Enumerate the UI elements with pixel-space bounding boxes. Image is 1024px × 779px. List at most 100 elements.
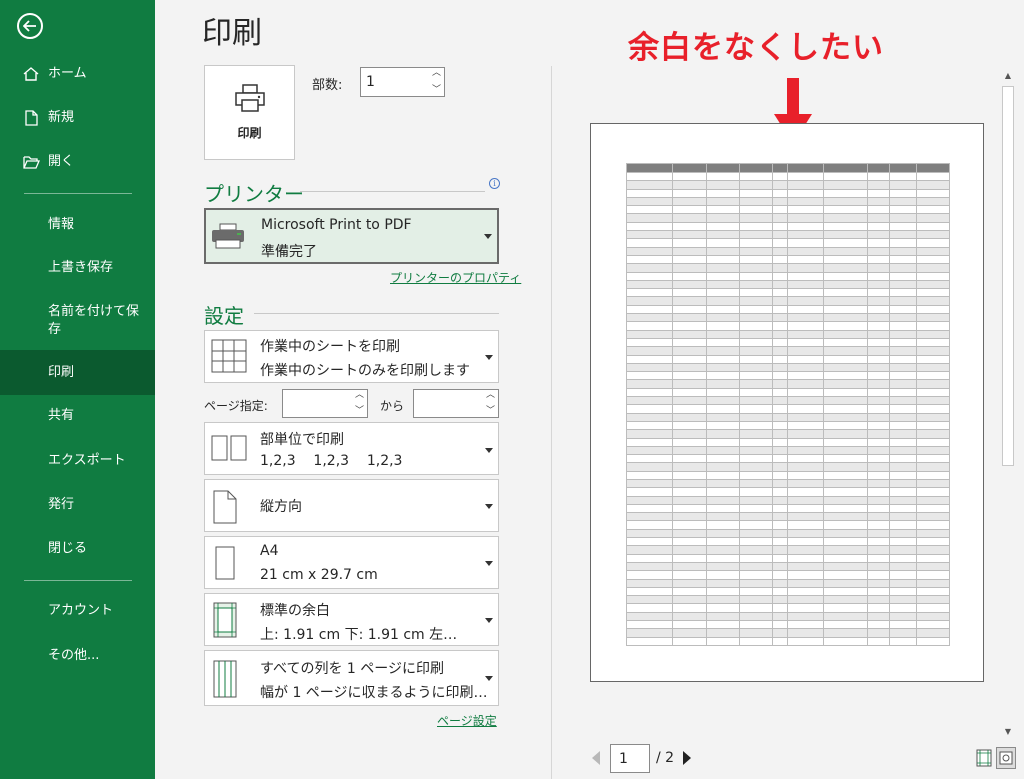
- margins-select[interactable]: 標準の余白 上: 1.91 cm 下: 1.91 cm 左…: [204, 593, 499, 646]
- printer-heading: プリンター: [204, 182, 304, 206]
- sidebar-item-save[interactable]: 上書き保存: [0, 258, 155, 278]
- preview-cell: [625, 288, 674, 298]
- stepper-up-icon[interactable]: ︿: [486, 391, 495, 400]
- zoom-to-page-icon[interactable]: [996, 747, 1016, 769]
- preview-cell: [672, 354, 707, 364]
- paper-size-select[interactable]: A4 21 cm x 29.7 cm: [204, 536, 499, 589]
- preview-cell: [787, 545, 824, 555]
- preview-cell: [771, 371, 789, 381]
- preview-row: [625, 503, 951, 514]
- info-icon[interactable]: i: [489, 178, 500, 189]
- preview-cell: [705, 611, 740, 622]
- preview-cell: [787, 595, 824, 605]
- stepper-down-icon[interactable]: ﹀: [355, 407, 364, 416]
- current-page-input[interactable]: 1: [610, 744, 650, 773]
- preview-cell: [625, 387, 674, 398]
- preview-cell: [625, 246, 674, 256]
- copies-stepper[interactable]: 1 ︿ ﹀: [360, 67, 445, 97]
- preview-cell: [672, 196, 707, 207]
- preview-cell: [867, 578, 891, 588]
- preview-cell: [738, 379, 773, 389]
- sidebar-item-save-as[interactable]: 名前を付けて保 存: [0, 303, 155, 339]
- preview-cell: [867, 553, 891, 563]
- preview-cell: [867, 628, 891, 638]
- preview-row: [625, 205, 951, 215]
- printer-properties-link[interactable]: プリンターのプロパティ: [390, 269, 521, 286]
- preview-cell: [867, 445, 891, 456]
- page-setup-link[interactable]: ページ設定: [437, 712, 497, 729]
- preview-cell: [672, 503, 707, 514]
- preview-cell: [867, 263, 891, 273]
- sidebar-item-share[interactable]: 共有: [0, 406, 155, 426]
- sidebar-item-close[interactable]: 閉じる: [0, 539, 155, 559]
- scrollbar-thumb[interactable]: [1002, 86, 1014, 466]
- preview-cell: [625, 263, 674, 273]
- sidebar-item-info[interactable]: 情報: [0, 215, 155, 235]
- preview-cell: [822, 246, 869, 256]
- preview-cell: [915, 329, 951, 339]
- margins-icon: [213, 602, 237, 638]
- stepper-up-icon[interactable]: ︿: [432, 69, 441, 78]
- preview-cell: [889, 561, 917, 572]
- sidebar-item-home[interactable]: ホーム: [0, 63, 155, 85]
- sidebar-item-open[interactable]: 開く: [0, 151, 155, 173]
- paper-size-icon: [215, 546, 235, 580]
- preview-cell: [705, 221, 740, 232]
- scaling-select[interactable]: すべての列を 1 ページに印刷 幅が 1 ページに収まるように印刷…: [204, 650, 499, 706]
- preview-cell: [787, 429, 824, 439]
- printer-status: 準備完了: [261, 244, 317, 260]
- print-scope-select[interactable]: 作業中のシートを印刷 作業中のシートのみを印刷します: [204, 330, 499, 383]
- preview-cell: [889, 362, 917, 373]
- preview-cell: [787, 503, 824, 514]
- previous-page-icon[interactable]: [592, 751, 600, 765]
- preview-row: [625, 395, 951, 406]
- stepper-arrows[interactable]: ︿ ﹀: [486, 391, 495, 416]
- preview-cell: [915, 620, 951, 630]
- sidebar-item-export[interactable]: エクスポート: [0, 451, 155, 471]
- scaling-icon: [213, 660, 237, 698]
- stepper-down-icon[interactable]: ﹀: [432, 86, 441, 95]
- preview-cell: [771, 487, 789, 497]
- pages-from-input[interactable]: ︿ ﹀: [282, 389, 368, 418]
- stepper-up-icon[interactable]: ︿: [355, 391, 364, 400]
- stepper-down-icon[interactable]: ﹀: [486, 407, 495, 416]
- sidebar-item-publish[interactable]: 発行: [0, 495, 155, 515]
- preview-cell: [705, 337, 740, 348]
- stepper-arrows[interactable]: ︿ ﹀: [355, 391, 364, 416]
- preview-cell: [705, 171, 740, 182]
- preview-row: [625, 221, 951, 232]
- show-margins-icon[interactable]: [974, 747, 994, 769]
- preview-cell: [915, 163, 951, 173]
- preview-cell: [787, 221, 824, 232]
- printer-select[interactable]: Microsoft Print to PDF 準備完了: [204, 208, 499, 264]
- preview-cell: [787, 636, 824, 646]
- print-button[interactable]: 印刷: [204, 65, 295, 160]
- scroll-down-icon[interactable]: ▼: [1001, 724, 1015, 738]
- preview-cell: [915, 213, 951, 223]
- paper-size-main: A4: [260, 543, 279, 559]
- preview-cell: [771, 321, 789, 331]
- preview-cell: [889, 213, 917, 223]
- sidebar-item-new[interactable]: 新規: [0, 107, 155, 129]
- next-page-icon[interactable]: [683, 751, 691, 765]
- preview-cell: [889, 470, 917, 481]
- sidebar-item-account[interactable]: アカウント: [0, 601, 155, 621]
- preview-cell: [705, 296, 740, 306]
- preview-cell: [915, 437, 951, 447]
- orientation-select[interactable]: 縦方向: [204, 479, 499, 532]
- preview-cell: [672, 238, 707, 248]
- stepper-arrows[interactable]: ︿ ﹀: [432, 69, 441, 95]
- preview-cell: [705, 271, 740, 281]
- collate-select[interactable]: 部単位で印刷 1,2,3 1,2,3 1,2,3: [204, 422, 499, 475]
- sidebar-item-label: エクスポート: [48, 453, 126, 468]
- back-arrow-icon[interactable]: [17, 13, 43, 39]
- preview-cell: [787, 230, 824, 240]
- preview-cell: [915, 445, 951, 456]
- sidebar-item-more[interactable]: その他...: [0, 646, 155, 666]
- sidebar-item-print[interactable]: 印刷: [0, 350, 155, 395]
- scroll-up-icon[interactable]: ▲: [1001, 68, 1015, 82]
- preview-cell: [787, 395, 824, 406]
- pages-to-input[interactable]: ︿ ﹀: [413, 389, 499, 418]
- preview-scrollbar[interactable]: ▲ ▼: [999, 66, 1017, 738]
- preview-cell: [822, 213, 869, 223]
